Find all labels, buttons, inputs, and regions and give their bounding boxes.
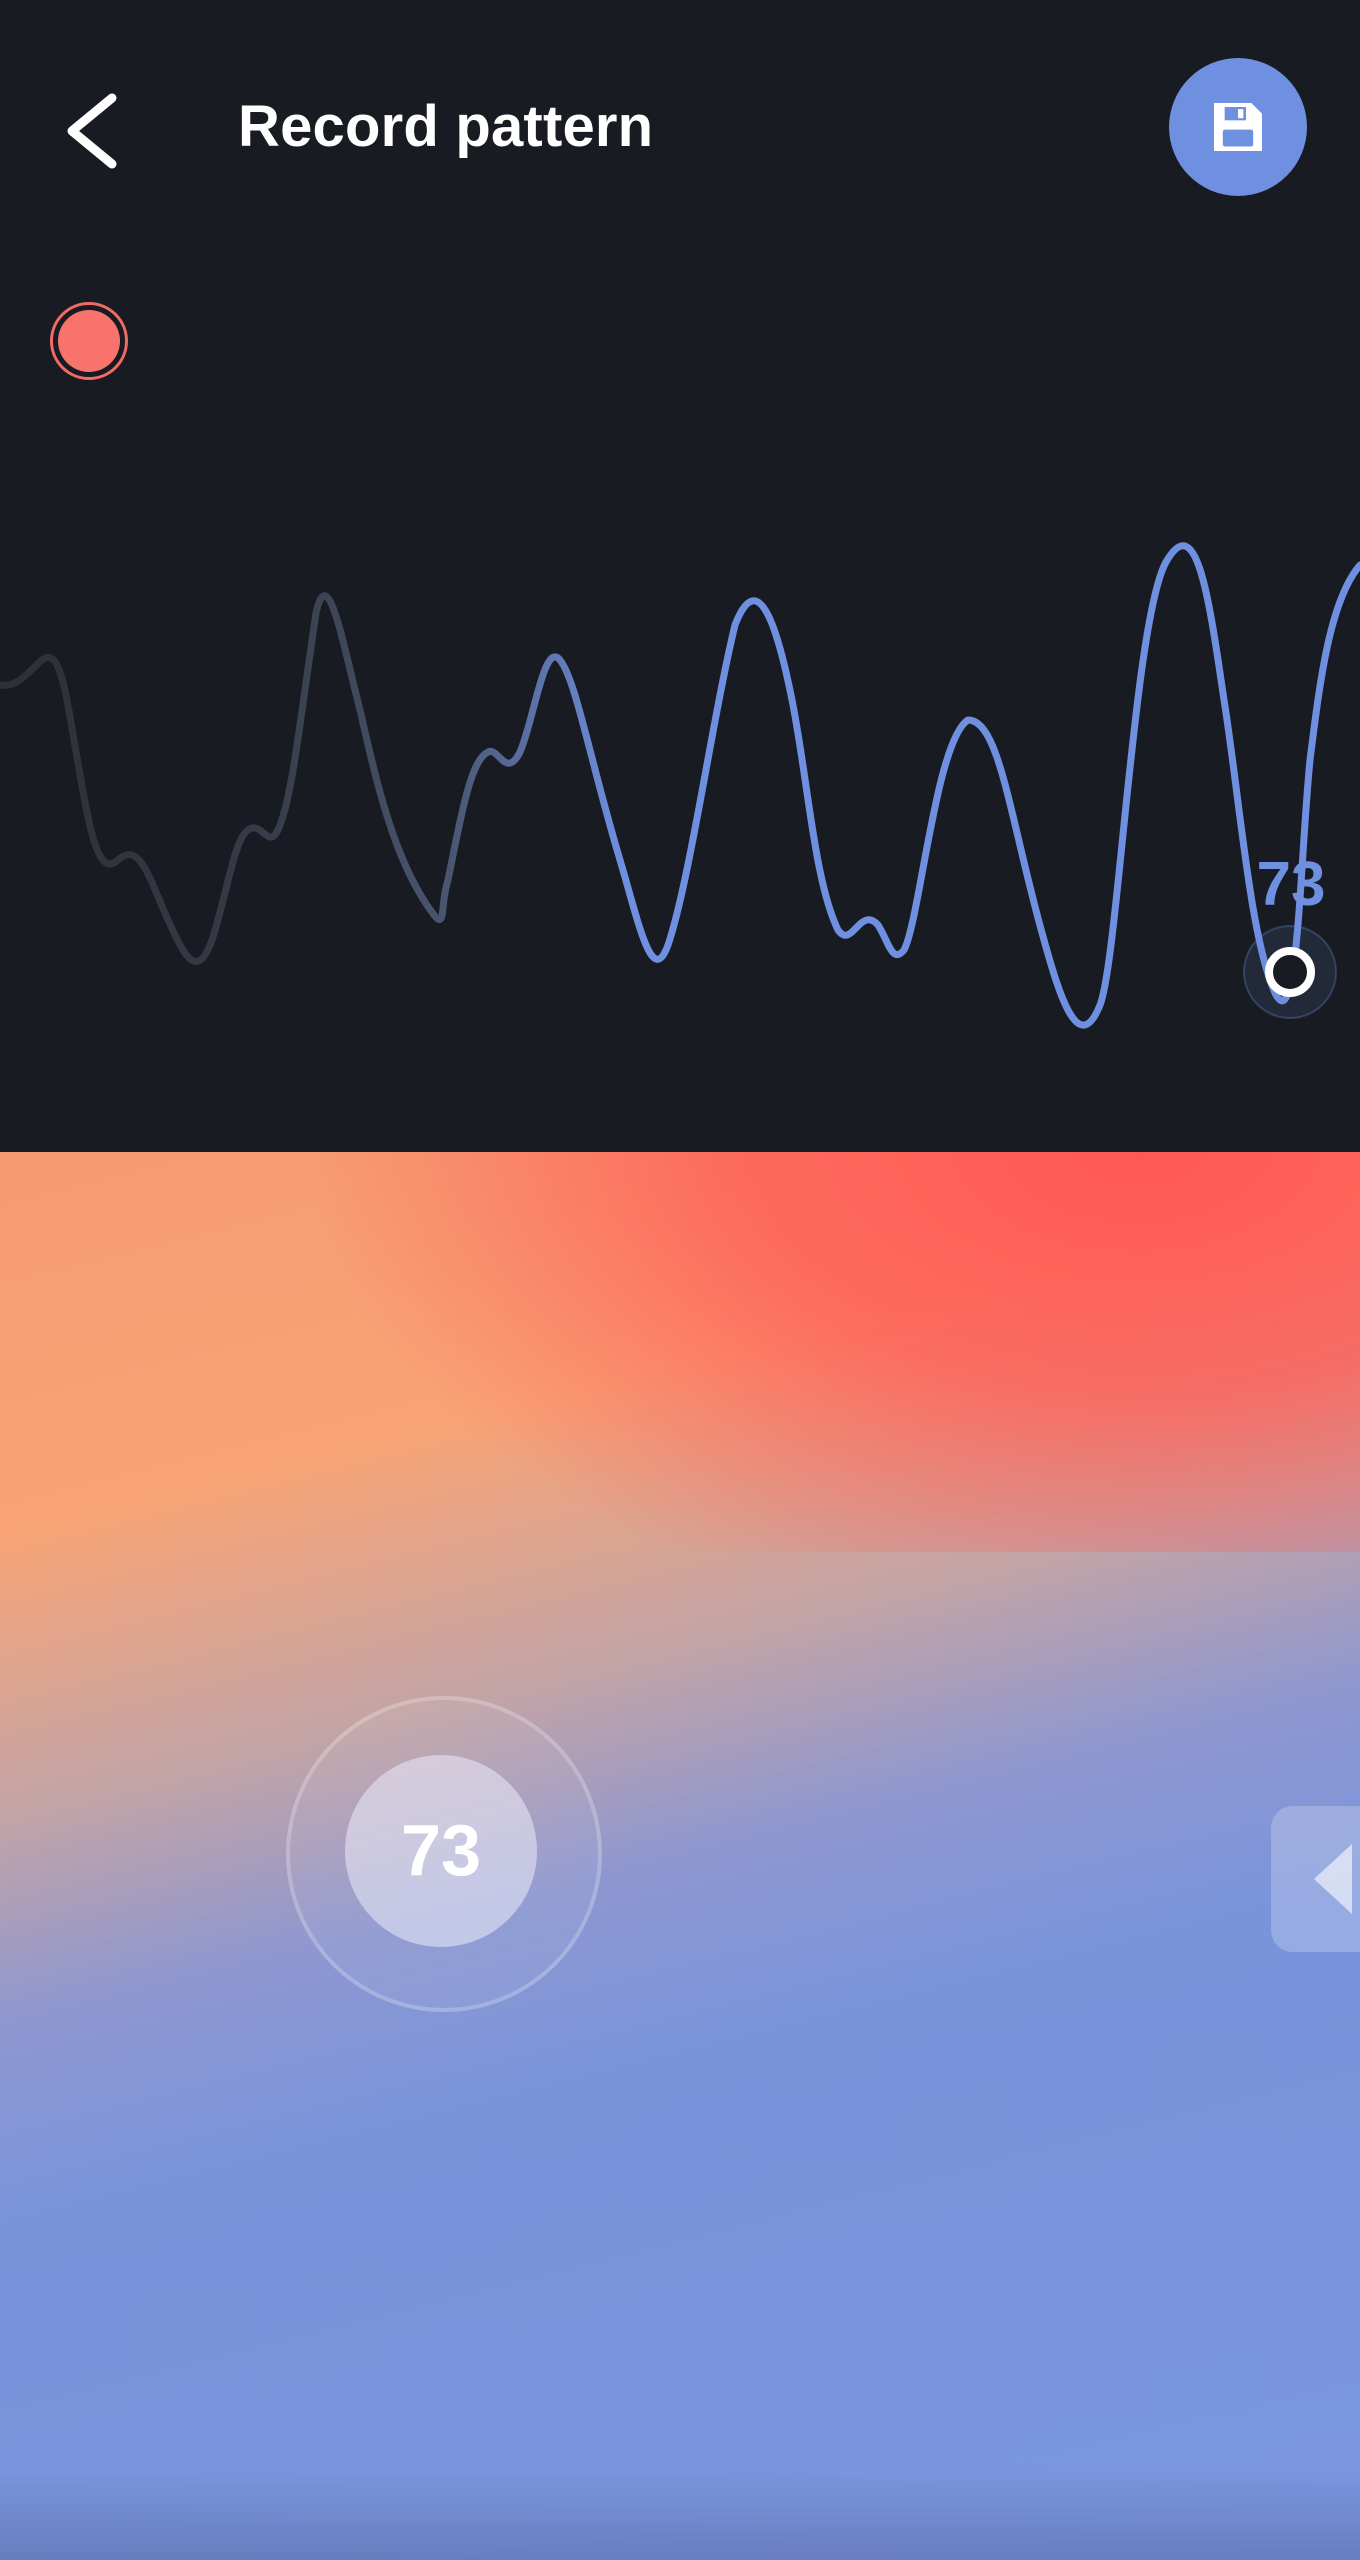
- triangle-left-icon: [1314, 1844, 1352, 1914]
- touch-value: 73: [400, 1811, 482, 1891]
- record-dot-icon: [58, 310, 120, 372]
- back-button[interactable]: [40, 62, 150, 192]
- chevron-left-icon: [67, 93, 117, 169]
- waveform-line: [0, 542, 1360, 1029]
- waveform-current-value: 73: [1256, 850, 1326, 919]
- side-panel-toggle[interactable]: [1271, 1806, 1360, 1952]
- recording-indicator[interactable]: [50, 302, 128, 380]
- save-button[interactable]: [1169, 58, 1307, 196]
- waveform-cursor: [1265, 947, 1315, 997]
- intensity-touch-pad[interactable]: [0, 1152, 1360, 2560]
- page-title: Record pattern: [238, 94, 654, 159]
- recorder-panel: Record pattern 73: [0, 0, 1360, 1152]
- touch-knob[interactable]: 73: [345, 1755, 537, 1947]
- floppy-disk-icon: [1214, 103, 1262, 151]
- pattern-waveform: [0, 542, 1360, 1029]
